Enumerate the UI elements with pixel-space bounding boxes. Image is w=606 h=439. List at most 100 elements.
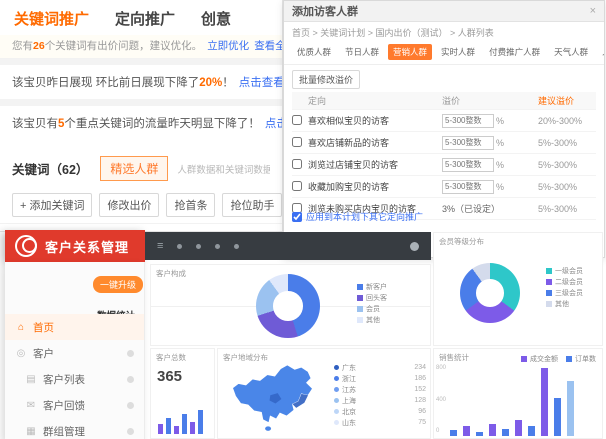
premium-input[interactable] [442, 136, 494, 150]
add-keyword-button[interactable]: + 添加关键词 [12, 193, 92, 217]
nav-item-3[interactable] [215, 244, 220, 249]
grid-icon: ▦ [25, 426, 37, 437]
tab-targeted-promotion[interactable]: 定向推广 [115, 8, 175, 29]
row-checkbox[interactable] [292, 181, 302, 191]
legend-swatch [566, 356, 572, 362]
bar [450, 430, 457, 436]
user-avatar[interactable] [410, 242, 419, 251]
china-map [222, 362, 326, 436]
crm-top-nav: ≡ [145, 232, 431, 260]
y-tick: 800 [436, 365, 446, 371]
add-audience-dialog: 添加访客人群 × 首页 > 关键词计划 > 国内出价（测试） > 人群列表 优质… [283, 0, 605, 258]
crm-sidebar: 一键升级 数据统计 ⌂ 首页 ◎ 客户 ▤ 客户列表 ✉ [5, 262, 145, 439]
bar [198, 410, 203, 434]
toggle-switch[interactable] [127, 428, 134, 435]
region-name: 上海 [342, 396, 356, 406]
region-value: 128 [414, 397, 426, 404]
premium-input[interactable] [442, 180, 494, 194]
premium-input[interactable] [442, 114, 494, 128]
upgrade-button[interactable]: 一键升级 [93, 276, 143, 293]
tab-realtime-audience[interactable]: 实时人群 [436, 44, 480, 60]
tab-paid-visitor-audience[interactable]: 付费推广人群 [484, 44, 545, 60]
legend-swatch [334, 365, 339, 370]
tab-marketing-audience[interactable]: 营销人群 [388, 44, 432, 60]
audience-name: 浏览过店铺宝贝的访客 [308, 158, 442, 171]
legend-swatch [357, 306, 363, 312]
legend-label: 二级会员 [555, 277, 583, 287]
tab-keyword-promotion[interactable]: 关键词推广 [14, 8, 89, 29]
subtab-note: 人群数据和关键词数据现已分开管理 [177, 162, 270, 176]
notice-text-pre: 您有 [12, 40, 33, 52]
screenshot-root: 关键词推广 定向推广 创意 您有26个关键词有出价问题，建议优化。立即优化查看全… [0, 0, 606, 439]
alert-text-pre: 该宝贝有 [12, 118, 58, 130]
bar [476, 432, 483, 436]
region-name: 广东 [342, 363, 356, 373]
row-checkbox[interactable] [292, 137, 302, 147]
sidebar-item-home[interactable]: ⌂ 首页 [5, 314, 144, 340]
legend-swatch [546, 279, 552, 285]
view-all-bids-link[interactable]: 查看全账户出价问题 [254, 40, 282, 52]
tab-demographic-audience[interactable]: 人口属性人群 [597, 44, 604, 60]
nav-item-1[interactable] [177, 244, 182, 249]
close-icon[interactable]: × [590, 5, 596, 17]
apply-other-plans-checkbox[interactable] [292, 212, 302, 222]
bar [190, 422, 195, 434]
nav-item-4[interactable] [234, 244, 239, 249]
batch-edit-premium-button[interactable]: 批量修改溢价 [292, 70, 360, 89]
bar [166, 418, 171, 434]
rank-helper-button[interactable]: 抢位助手 [222, 193, 282, 217]
tab-quality-audience[interactable]: 优质人群 [292, 44, 336, 60]
subtab-keywords[interactable]: 关键词（62） [12, 159, 88, 178]
tab-creative[interactable]: 创意 [201, 8, 231, 29]
region-value: 152 [414, 386, 426, 393]
toggle-switch[interactable] [127, 376, 134, 383]
sidebar-item-label: 客户列表 [43, 372, 85, 387]
col-header-premium: 溢价 [442, 94, 538, 107]
apply-other-plans-option[interactable]: 应用到本计划下其它定向推广 [292, 210, 423, 223]
region-value: 96 [418, 408, 426, 415]
grab-first-button[interactable]: 抢首条 [166, 193, 215, 217]
sidebar-item-group-management[interactable]: ▦ 群组管理 [5, 418, 144, 439]
row-checkbox[interactable] [292, 115, 302, 125]
customer-icon: ◎ [15, 348, 27, 359]
nav-item-2[interactable] [196, 244, 201, 249]
alert-view-link[interactable]: 点击查看 [265, 118, 282, 130]
menu-icon[interactable]: ≡ [157, 240, 163, 252]
tab-holiday-audience[interactable]: 节日人群 [340, 44, 384, 60]
toggle-switch[interactable] [127, 402, 134, 409]
sidebar-item-customer-list[interactable]: ▤ 客户列表 [5, 366, 144, 392]
audience-name: 喜欢店铺新品的访客 [308, 136, 442, 149]
premium-input[interactable] [442, 158, 494, 172]
toggle-switch[interactable] [127, 350, 134, 357]
row-checkbox[interactable] [292, 159, 302, 169]
percent-unit: % [496, 138, 504, 148]
legend-swatch [546, 268, 552, 274]
audience-table: 定向 溢价 建议溢价 喜欢相似宝贝的访客 % 20%-300% 喜欢店铺新品的访… [292, 92, 596, 220]
legend-label: 成交金额 [530, 354, 558, 364]
legend-label: 回头客 [366, 293, 387, 303]
alert-view-link[interactable]: 点击查看 [239, 77, 282, 89]
legend-label: 其他 [366, 315, 380, 325]
legend-label: 新客户 [366, 282, 387, 292]
alert-text-pre: 该宝贝昨日展现 环比前日展现下降了 [12, 77, 199, 89]
region-name: 江苏 [342, 385, 356, 395]
region-name: 北京 [342, 407, 356, 417]
stat-label: 客户总数 [151, 349, 214, 366]
edit-bid-button[interactable]: 修改出价 [99, 193, 159, 217]
table-row: 喜欢相似宝贝的访客 % 20%-300% [292, 110, 596, 132]
sidebar-item-customer-feedback[interactable]: ✉ 客户回馈 [5, 392, 144, 418]
legend-swatch [546, 290, 552, 296]
audience-name: 收藏加购宝贝的访客 [308, 180, 442, 193]
subtab-audience[interactable]: 精选人群 [100, 156, 168, 181]
crm-logo-bar: 客户关系管理 [5, 230, 145, 262]
optimize-now-link[interactable]: 立即优化 [207, 40, 249, 52]
notice-count: 26 [33, 40, 45, 52]
suggest-value: 5%-300% [538, 138, 596, 148]
tab-weather-audience[interactable]: 天气人群 [549, 44, 593, 60]
bid-notice-bar: 您有26个关键词有出价问题，建议优化。立即优化查看全账户出价问题 [0, 35, 282, 59]
customer-trend-bars [158, 394, 203, 434]
premium-set-value: 3%（已设定） [442, 202, 500, 215]
notice-text-mid: 个关键词有出价问题，建议优化。 [45, 40, 203, 52]
legend-swatch [357, 317, 363, 323]
sidebar-item-customers[interactable]: ◎ 客户 [5, 340, 144, 366]
